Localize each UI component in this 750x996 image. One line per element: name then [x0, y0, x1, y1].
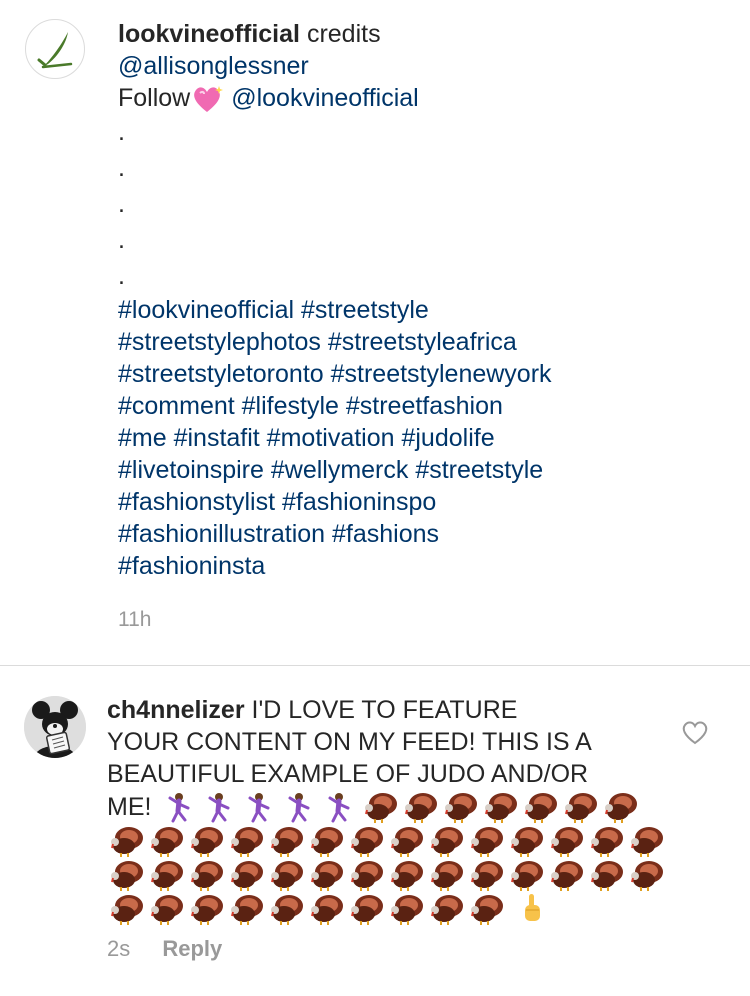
dot-line: . [118, 154, 125, 183]
turkey-emoji-icon [511, 861, 543, 891]
turkey-emoji-icon [231, 861, 263, 891]
turkey-emoji-icon [551, 861, 583, 891]
turkey-emoji-icon [191, 861, 223, 891]
hashtag-line[interactable]: #me #instafit #motivation #judolife [118, 422, 728, 454]
hashtag-line[interactable]: #lookvineofficial #streetstyle [118, 294, 728, 326]
turkey-emoji-icon [231, 895, 263, 925]
turkey-emoji-icon [471, 827, 503, 857]
turkey-emoji-icon [631, 827, 663, 857]
hashtag-line[interactable]: #streetstyletoronto #streetstylenewyork [118, 358, 728, 390]
turkey-emoji-icon [151, 861, 183, 891]
turkey-emoji-icon [111, 827, 143, 857]
turkey-emoji-icon [351, 827, 383, 857]
turkey-emoji-icon [405, 793, 438, 823]
reply-button[interactable]: Reply [162, 936, 222, 961]
turkey-emoji-icon [445, 793, 478, 823]
credit-mention-link[interactable]: @allisonglessner [118, 52, 309, 80]
turkey-emoji-icon [565, 793, 598, 823]
lookvine-avatar[interactable] [25, 19, 85, 79]
turkey-emoji-icon [151, 895, 183, 925]
comment-line: YOUR CONTENT ON MY FEED! THIS IS A [107, 728, 592, 756]
dancer-emoji-icon [208, 793, 230, 823]
turkey-emoji-icon [471, 861, 503, 891]
post-caption: lookvineofficial credits @allisonglessne… [0, 0, 750, 665]
turkey-emoji-icon [271, 861, 303, 891]
turkey-emoji-icon [111, 895, 143, 925]
hashtag-line[interactable]: #fashionillustration #fashions [118, 518, 728, 550]
like-comment-button[interactable] [680, 718, 710, 746]
caption-text: lookvineofficial credits @allisonglessne… [118, 18, 728, 582]
follow-mention-link[interactable]: @lookvineofficial [231, 84, 419, 112]
turkey-emoji-icon [525, 793, 558, 823]
turkey-emoji-icon [365, 793, 398, 823]
post-username[interactable]: lookvineofficial [118, 20, 300, 48]
turkey-emoji-icon [511, 827, 543, 857]
turkey-emoji-icon [271, 827, 303, 857]
turkey-emoji-icon [231, 827, 263, 857]
dot-line: . [118, 118, 125, 147]
credits-word: credits [306, 20, 381, 48]
dot-line: . [118, 226, 125, 255]
dot-line: . [118, 262, 125, 291]
turkey-emoji-icon [551, 827, 583, 857]
turkey-emoji-icon [151, 827, 183, 857]
dancer-emoji-icon [248, 793, 270, 823]
turkey-emoji-icon [191, 895, 223, 925]
comment-item: ch4nnelizer I'D LOVE TO FEATURE YOUR CON… [0, 666, 750, 996]
leaf-logo-icon [37, 32, 73, 69]
commenter-avatar[interactable] [24, 696, 86, 758]
comment-emoji-row: ME! [107, 790, 672, 926]
turkey-emoji-icon [311, 895, 343, 925]
turkey-emoji-icon [471, 895, 503, 925]
turkey-emoji-icon [351, 861, 383, 891]
hashtag-line[interactable]: #fashionstylist #fashioninspo [118, 486, 728, 518]
comment-line: I'D LOVE TO FEATURE [251, 696, 518, 724]
comment-meta: 2s Reply [107, 936, 222, 962]
turkey-emoji-icon [271, 895, 303, 925]
comment-text: ch4nnelizer I'D LOVE TO FEATURE YOUR CON… [107, 694, 672, 926]
hashtag-line[interactable]: #livetoinspire #wellymerck #streetstyle [118, 454, 728, 486]
turkey-emoji-icon [391, 861, 423, 891]
turkey-emoji-icon [111, 861, 143, 891]
heart-outline-icon [682, 721, 708, 745]
pointing-finger-emoji-icon [525, 894, 540, 921]
turkey-emoji-icon [431, 861, 463, 891]
turkey-emoji-icon [631, 861, 663, 891]
post-timestamp: 11h [118, 608, 152, 631]
dancer-emoji-icon [328, 793, 350, 823]
turkey-emoji-icon [191, 827, 223, 857]
comment-line: ME! [107, 793, 152, 821]
turkey-emoji-icon [391, 895, 423, 925]
turkey-emoji-icon [605, 793, 638, 823]
turkey-emoji-icon [431, 895, 463, 925]
turkey-emoji-icon [431, 827, 463, 857]
comment-line: BEAUTIFUL EXAMPLE OF JUDO AND/OR [107, 760, 589, 788]
turkey-emoji-icon [485, 793, 518, 823]
turkey-emoji-icon [351, 895, 383, 925]
turkey-emoji-icon [311, 861, 343, 891]
dot-line: . [118, 190, 125, 219]
dancer-emoji-icon [168, 793, 190, 823]
hashtag-block: #lookvineofficial #streetstyle #streetst… [118, 294, 728, 582]
turkey-emoji-icon [311, 827, 343, 857]
turkey-emoji-icon [591, 827, 623, 857]
turkey-emoji-icon [391, 827, 423, 857]
hashtag-line[interactable]: #comment #lifestyle #streetfashion [118, 390, 728, 422]
comment-timestamp: 2s [107, 936, 131, 961]
dancer-emoji-icon [288, 793, 310, 823]
hashtag-line[interactable]: #streetstylephotos #streetstyleafrica [118, 326, 728, 358]
mouse-reading-avatar-icon [24, 696, 86, 758]
turkey-emoji-icon [591, 861, 623, 891]
hashtag-line[interactable]: #fashioninsta [118, 550, 728, 582]
sparkling-heart-icon [194, 86, 224, 113]
comment-username[interactable]: ch4nnelizer [107, 696, 245, 724]
follow-word: Follow [118, 84, 191, 112]
